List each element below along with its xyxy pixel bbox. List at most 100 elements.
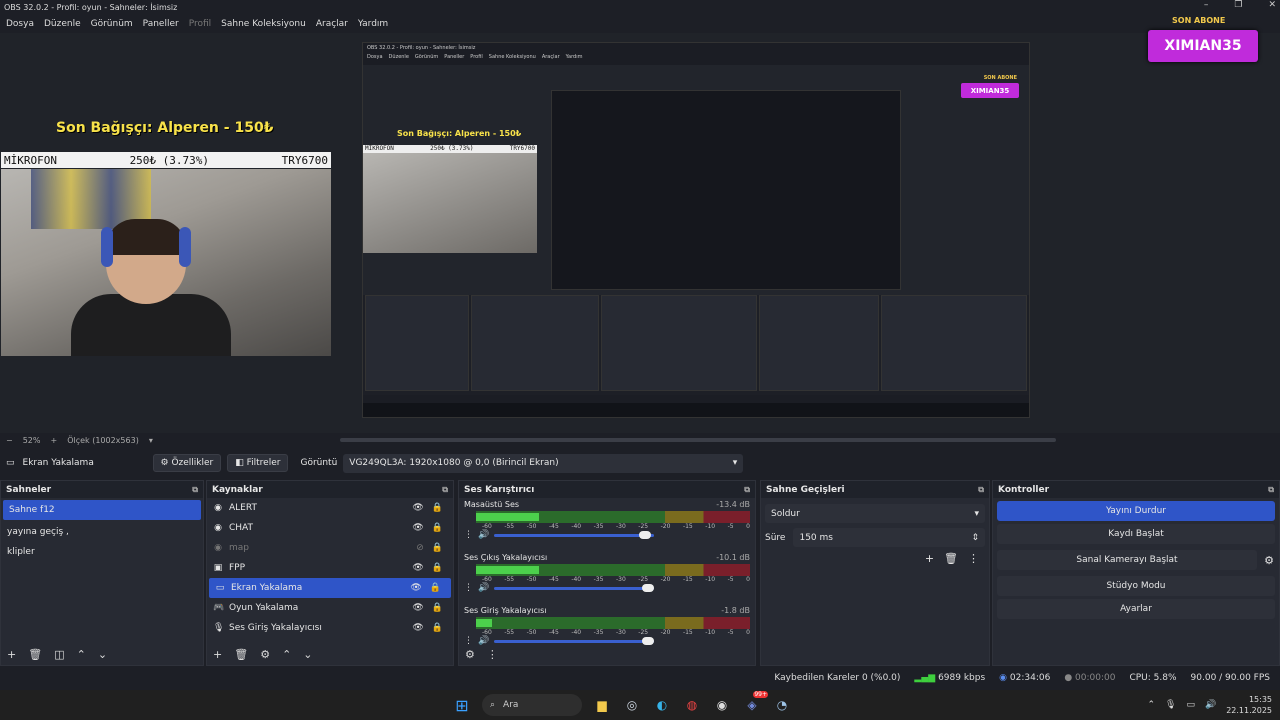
menu-yardim[interactable]: Yardım <box>358 19 388 29</box>
edge-icon[interactable]: ◐ <box>652 695 672 715</box>
lock-icon[interactable]: 🔒 <box>432 563 443 573</box>
lock-icon[interactable]: 🔒 <box>432 523 443 533</box>
display-select[interactable]: VG249QL3A: 1920x1080 @ 0,0 (Birincil Ekr… <box>343 453 744 473</box>
gear-icon[interactable]: ⚙ <box>260 648 270 661</box>
speaker-icon[interactable]: 🔊 <box>478 583 489 593</box>
start-recording-button[interactable]: Kaydı Başlat <box>997 524 1275 544</box>
source-item[interactable]: ◉ CHAT 👁 🔒 <box>207 518 453 538</box>
start-virtualcam-button[interactable]: Sanal Kamerayı Başlat <box>997 550 1257 570</box>
display-value: VG249QL3A: 1920x1080 @ 0,0 (Birincil Ekr… <box>349 458 559 468</box>
stop-stream-button[interactable]: Yayını Durdur <box>997 501 1275 521</box>
scene-item[interactable]: Sahne f12 <box>3 500 201 520</box>
volume-icon[interactable]: 🔊 <box>1205 700 1216 710</box>
eye-off-icon[interactable]: ⊘ <box>416 543 424 553</box>
menu-dosya[interactable]: Dosya <box>6 19 34 29</box>
duration-value: 150 ms <box>799 532 833 543</box>
zoom-in-icon[interactable]: + <box>50 436 57 445</box>
source-item[interactable]: ▣ FPP 👁 🔒 <box>207 558 453 578</box>
kebab-menu-icon[interactable]: ⋮ <box>487 648 498 661</box>
filters-button[interactable]: ◧ Filtreler <box>227 454 289 472</box>
clock[interactable]: 15:35 22.11.2025 <box>1226 694 1272 716</box>
eye-icon[interactable]: 👁 <box>412 503 423 513</box>
eye-icon[interactable]: 👁 <box>412 623 423 633</box>
trash-icon[interactable]: 🗑 <box>234 648 248 661</box>
lock-icon[interactable]: 🔒 <box>432 543 443 553</box>
trash-icon[interactable]: 🗑 <box>944 552 958 565</box>
add-icon[interactable]: + <box>7 648 16 661</box>
advanced-audio-icon[interactable]: ⚙ <box>465 648 475 661</box>
source-item[interactable]: ▭ Ekran Yakalama 👁 🔒 <box>209 578 451 598</box>
lock-icon[interactable]: 🔒 <box>432 603 443 613</box>
scale-label[interactable]: Ölçek (1002x563) <box>67 436 139 445</box>
volume-slider[interactable] <box>494 583 655 592</box>
move-up-icon[interactable]: ⌃ <box>282 648 291 661</box>
minimize-icon[interactable]: – <box>1204 0 1209 10</box>
menu-profil[interactable]: Profil <box>189 19 211 29</box>
undock-icon[interactable]: ⧉ <box>978 485 984 495</box>
move-up-icon[interactable]: ⌃ <box>77 648 86 661</box>
horizontal-scrollbar[interactable] <box>340 438 1056 442</box>
transition-select[interactable]: Soldur ▾ <box>765 504 985 523</box>
steam-client-icon[interactable]: ◔ <box>772 695 792 715</box>
title-bar: OBS 32.0.2 - Profil: oyun - Sahneler: İs… <box>0 0 1280 15</box>
add-icon[interactable]: + <box>213 648 222 661</box>
undock-icon[interactable]: ⧉ <box>192 485 198 495</box>
undock-icon[interactable]: ⧉ <box>1268 485 1274 495</box>
duration-field[interactable]: 150 ms ⇕ <box>793 528 985 547</box>
obs-icon[interactable]: ◉ <box>712 695 732 715</box>
add-icon[interactable]: + <box>925 552 934 565</box>
source-item[interactable]: ◉ map ⊘ 🔒 <box>207 538 453 558</box>
speaker-icon[interactable]: 🔊 <box>478 530 489 540</box>
menu-araclar[interactable]: Araçlar <box>316 19 348 29</box>
move-down-icon[interactable]: ⌄ <box>98 648 107 661</box>
undock-icon[interactable]: ⧉ <box>442 485 448 495</box>
menu-paneller[interactable]: Paneller <box>143 19 179 29</box>
eye-icon[interactable]: 👁 <box>412 563 423 573</box>
chevron-down-icon[interactable]: ▾ <box>149 436 153 445</box>
properties-button[interactable]: ⚙ Özellikler <box>152 454 222 472</box>
maximize-icon[interactable]: ❐ <box>1234 0 1242 10</box>
kebab-menu-icon[interactable]: ⋮ <box>464 583 473 593</box>
source-item[interactable]: 🎮 Oyun Yakalama 👁 🔒 <box>207 598 453 618</box>
channel-db: -10.1 dB <box>716 553 750 562</box>
scene-item[interactable]: yayına geçiş , <box>1 522 203 542</box>
discord-icon[interactable]: ◈ 99+ <box>742 691 768 715</box>
kebab-menu-icon[interactable]: ⋮ <box>968 552 979 565</box>
close-icon[interactable]: ✕ <box>1268 0 1276 10</box>
steam-icon[interactable]: ◎ <box>622 695 642 715</box>
eye-icon[interactable]: 👁 <box>412 603 423 613</box>
source-item[interactable]: ◉ ALERT 👁 🔒 <box>207 498 453 518</box>
eye-icon[interactable]: 👁 <box>412 523 423 533</box>
menu-duzenle[interactable]: Düzenle <box>44 19 81 29</box>
mic-icon[interactable]: 🎙 <box>1165 700 1176 710</box>
source-item[interactable]: 🎙 Ses Giriş Yakalayıcısı 👁 🔒 <box>207 618 453 638</box>
stepper-icon[interactable]: ⇕ <box>971 533 979 543</box>
lock-icon[interactable]: 🔒 <box>430 583 441 593</box>
menu-sahne-koleksiyonu[interactable]: Sahne Koleksiyonu <box>221 19 306 29</box>
scene-item[interactable]: klipler <box>1 542 203 562</box>
lock-icon[interactable]: 🔒 <box>432 503 443 513</box>
file-explorer-icon[interactable]: ▆ <box>592 695 612 715</box>
undock-icon[interactable]: ⧉ <box>744 485 750 495</box>
windows-start-icon[interactable]: ⊞ <box>452 695 472 715</box>
settings-button[interactable]: Ayarlar <box>997 599 1275 619</box>
zoom-out-icon[interactable]: − <box>6 436 13 445</box>
chrome-icon[interactable]: ◍ <box>682 695 702 715</box>
trash-icon[interactable]: 🗑 <box>28 648 42 661</box>
volume-slider[interactable] <box>494 530 655 539</box>
menu-gorunum[interactable]: Görünüm <box>91 19 133 29</box>
filter-icon[interactable]: ◫ <box>54 648 64 661</box>
chevron-up-icon[interactable]: ⌃ <box>1147 700 1155 710</box>
gear-icon[interactable]: ⚙ <box>1259 554 1279 567</box>
lock-icon[interactable]: 🔒 <box>432 623 443 633</box>
taskbar-search[interactable]: ⌕ Ara <box>482 694 582 716</box>
studio-mode-button[interactable]: Stüdyo Modu <box>997 576 1275 596</box>
eye-icon[interactable]: 👁 <box>410 583 421 593</box>
move-down-icon[interactable]: ⌄ <box>303 648 312 661</box>
network-icon[interactable]: ▭ <box>1186 700 1195 710</box>
notification-badge: 99+ <box>753 691 768 698</box>
nested-title: OBS 32.0.2 - Profil: oyun - Sahneler: İs… <box>367 45 476 51</box>
kebab-menu-icon[interactable]: ⋮ <box>464 530 473 540</box>
slider-knob[interactable] <box>639 530 652 539</box>
slider-knob[interactable] <box>642 583 655 592</box>
